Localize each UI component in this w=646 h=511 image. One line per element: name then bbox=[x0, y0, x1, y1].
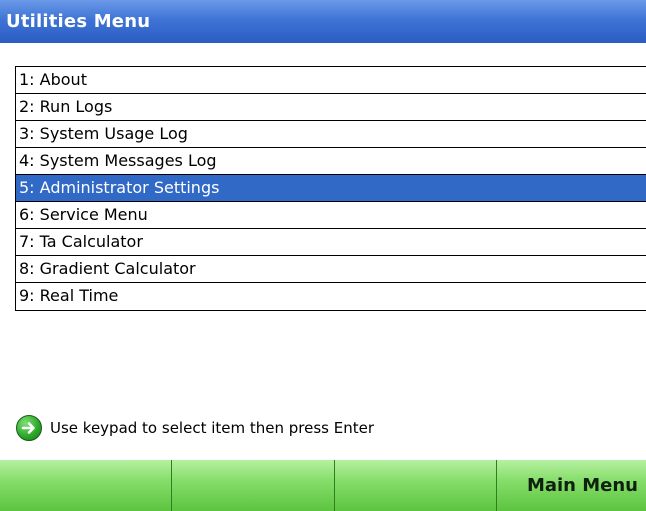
menu-item-real-time[interactable]: 9: Real Time bbox=[16, 283, 646, 310]
page-title: Utilities Menu bbox=[6, 11, 151, 32]
softkey-2[interactable] bbox=[172, 460, 335, 511]
hint-text: Use keypad to select item then press Ent… bbox=[50, 419, 375, 437]
menu-item-system-messages-log[interactable]: 4: System Messages Log bbox=[16, 148, 646, 175]
softkey-1[interactable] bbox=[0, 460, 172, 511]
menu-item-ta-calculator[interactable]: 7: Ta Calculator bbox=[16, 229, 646, 256]
main-menu-button[interactable]: Main Menu bbox=[497, 460, 646, 511]
menu-item-service-menu[interactable]: 6: Service Menu bbox=[16, 202, 646, 229]
menu-item-administrator-settings[interactable]: 5: Administrator Settings bbox=[16, 175, 646, 202]
menu-item-system-usage-log[interactable]: 3: System Usage Log bbox=[16, 121, 646, 148]
menu-item-gradient-calculator[interactable]: 8: Gradient Calculator bbox=[16, 256, 646, 283]
utilities-menu-list: 1: About 2: Run Logs 3: System Usage Log… bbox=[15, 66, 646, 311]
softkey-3[interactable] bbox=[335, 460, 497, 511]
arrow-right-circle-icon bbox=[16, 415, 42, 441]
menu-item-run-logs[interactable]: 2: Run Logs bbox=[16, 94, 646, 121]
hint-bar: Use keypad to select item then press Ent… bbox=[16, 413, 374, 443]
title-bar: Utilities Menu bbox=[0, 0, 646, 43]
softkey-bar: Main Menu bbox=[0, 460, 646, 511]
menu-item-about[interactable]: 1: About bbox=[16, 67, 646, 94]
